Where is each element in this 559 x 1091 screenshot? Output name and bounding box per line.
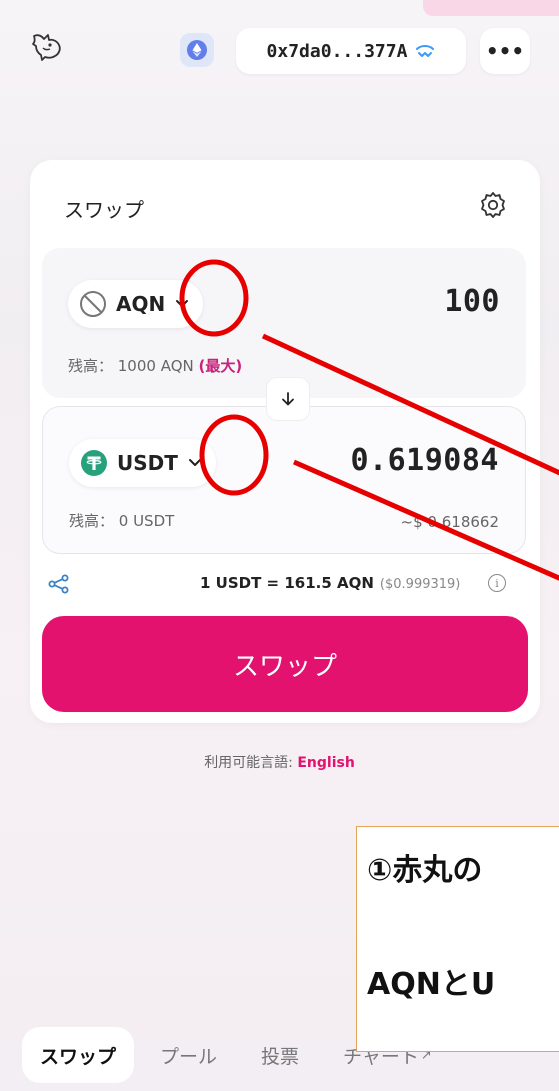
info-icon[interactable]: i: [488, 574, 506, 592]
nav-tab-swap-label: スワップ: [40, 1045, 117, 1068]
unknown-token-icon: [80, 291, 106, 317]
language-link-english[interactable]: English: [297, 755, 354, 771]
to-token-panel: USDT 0.619084 残高： 0 USDT ~$ 0.618662: [42, 406, 526, 554]
nav-tab-vote-label: 投票: [261, 1045, 300, 1068]
more-options-button[interactable]: •••: [480, 28, 530, 74]
exchange-rate-value: 1 USDT = 161.5 AQN: [200, 574, 374, 592]
to-amount-input[interactable]: 0.619084: [351, 443, 500, 478]
settings-gear-icon[interactable]: [478, 190, 508, 220]
exchange-rate-usd: ($0.999319): [379, 577, 461, 592]
language-note: 利用可能言語: English: [0, 752, 559, 772]
exchange-rate: 1 USDT = 161.5 AQN ($0.999319): [200, 574, 460, 592]
uniswap-logo-icon[interactable]: [30, 30, 64, 64]
from-token-symbol: AQN: [116, 292, 166, 316]
nav-tab-pool-label: プール: [160, 1045, 218, 1068]
to-balance: 残高： 0 USDT: [69, 512, 175, 530]
exchange-rate-row[interactable]: 1 USDT = 161.5 AQN ($0.999319) i: [30, 564, 540, 604]
nav-tab-vote[interactable]: 投票: [243, 1027, 317, 1083]
route-icon: [48, 574, 69, 594]
wallet-address: 0x7da0...377A: [266, 40, 408, 62]
more-dots-icon: •••: [485, 39, 525, 63]
from-balance-text: 残高： 1000 AQN: [68, 357, 194, 375]
ethereum-icon: [187, 40, 207, 60]
to-token-selector[interactable]: USDT: [69, 439, 216, 487]
to-usd-value: ~$ 0.618662: [400, 513, 499, 531]
network-selector-ethereum[interactable]: [180, 33, 214, 67]
from-amount-input[interactable]: 100: [444, 284, 500, 319]
nav-tab-pool[interactable]: プール: [142, 1027, 235, 1083]
annotation-text-line2: AQNとU: [367, 967, 496, 1002]
annotation-box: ①赤丸の AQNとU: [356, 826, 559, 1052]
annotation-text-line1: ①赤丸の: [367, 853, 483, 888]
nav-tab-swap[interactable]: スワップ: [22, 1027, 135, 1083]
top-promo-tab: [423, 0, 559, 16]
swap-card: スワップ AQN 100 残高： 1000 AQN (最大) USDT 0.61…: [30, 160, 540, 723]
language-label: 利用可能言語:: [204, 755, 298, 771]
chevron-down-icon: [188, 459, 201, 466]
tether-icon: [81, 450, 107, 476]
max-button[interactable]: (最大): [199, 357, 243, 375]
from-token-panel: AQN 100 残高： 1000 AQN (最大): [42, 248, 526, 398]
arrow-down-icon: [282, 392, 294, 406]
from-token-selector[interactable]: AQN: [68, 280, 204, 328]
switch-direction-button[interactable]: [267, 378, 309, 420]
from-balance: 残高： 1000 AQN (最大): [68, 355, 242, 376]
chevron-down-icon: [176, 300, 189, 307]
walletconnect-icon: [416, 45, 435, 57]
to-token-symbol: USDT: [117, 451, 178, 475]
swap-title: スワップ: [64, 198, 144, 222]
swap-button[interactable]: スワップ: [42, 616, 528, 712]
wallet-address-button[interactable]: 0x7da0...377A: [236, 28, 466, 74]
